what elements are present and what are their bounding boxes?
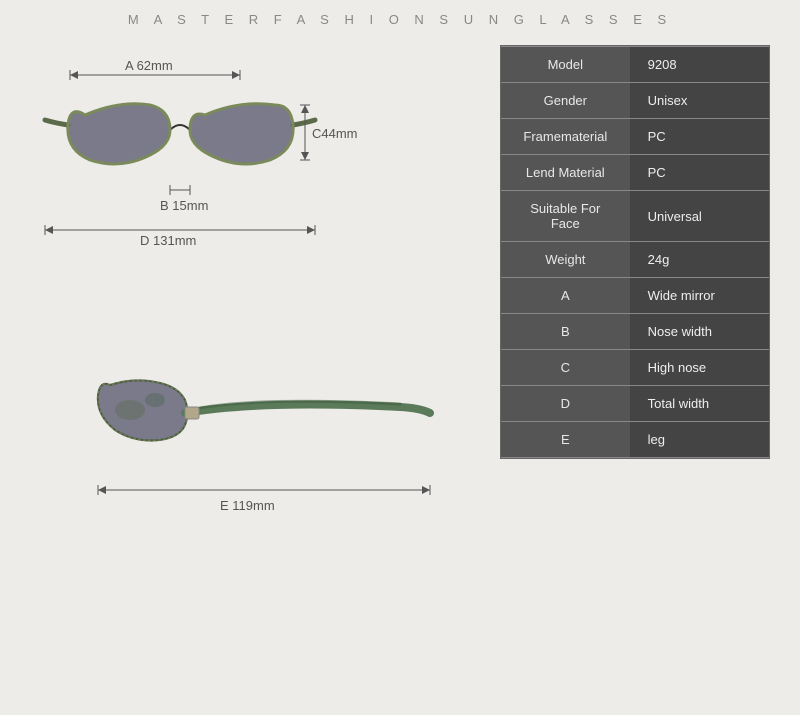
- spec-row: Eleg: [501, 422, 769, 458]
- spec-label: Model: [501, 47, 630, 83]
- spec-value: Nose width: [630, 314, 769, 350]
- spec-value: High nose: [630, 350, 769, 386]
- spec-value: Wide mirror: [630, 278, 769, 314]
- spec-value: Unisex: [630, 83, 769, 119]
- spec-label: Framematerial: [501, 119, 630, 155]
- spec-row: Suitable For FaceUniversal: [501, 191, 769, 242]
- spec-value: PC: [630, 155, 769, 191]
- spec-row: AWide mirror: [501, 278, 769, 314]
- spec-label: E: [501, 422, 630, 458]
- left-panel: A 62mm: [20, 35, 480, 710]
- svg-text:B 15mm: B 15mm: [160, 198, 208, 213]
- spec-table: Model9208GenderUnisexFramematerialPCLend…: [501, 46, 769, 458]
- svg-text:E 119mm: E 119mm: [220, 498, 275, 513]
- side-diagram: E 119mm: [60, 325, 440, 525]
- spec-row: DTotal width: [501, 386, 769, 422]
- spec-row: GenderUnisex: [501, 83, 769, 119]
- spec-value: Universal: [630, 191, 769, 242]
- svg-text:C44mm: C44mm: [312, 126, 358, 141]
- spec-label: Gender: [501, 83, 630, 119]
- spec-label: A: [501, 278, 630, 314]
- right-panel: Model9208GenderUnisexFramematerialPCLend…: [500, 35, 780, 710]
- svg-text:A 62mm: A 62mm: [125, 58, 173, 73]
- front-glasses-svg: A 62mm: [40, 45, 460, 295]
- spec-value: leg: [630, 422, 769, 458]
- spec-row: CHigh nose: [501, 350, 769, 386]
- spec-table-wrapper: Model9208GenderUnisexFramematerialPCLend…: [500, 45, 770, 459]
- spec-label: D: [501, 386, 630, 422]
- page-wrapper: M A S T E R F A S H I O N S U N G L A S …: [0, 0, 800, 715]
- spec-label: Weight: [501, 242, 630, 278]
- spec-label: Lend Material: [501, 155, 630, 191]
- side-glasses-svg: E 119mm: [60, 325, 480, 525]
- spec-value: Total width: [630, 386, 769, 422]
- spec-label: Suitable For Face: [501, 191, 630, 242]
- spec-value: PC: [630, 119, 769, 155]
- spec-row: Weight24g: [501, 242, 769, 278]
- spec-value: 9208: [630, 47, 769, 83]
- spec-row: BNose width: [501, 314, 769, 350]
- front-diagram: A 62mm: [40, 45, 460, 295]
- spec-label: B: [501, 314, 630, 350]
- spec-row: Model9208: [501, 47, 769, 83]
- spec-row: FramematerialPC: [501, 119, 769, 155]
- svg-text:D 131mm: D 131mm: [140, 233, 196, 248]
- spec-label: C: [501, 350, 630, 386]
- main-content: A 62mm: [0, 35, 800, 710]
- spec-row: Lend MaterialPC: [501, 155, 769, 191]
- spec-value: 24g: [630, 242, 769, 278]
- header-title: M A S T E R F A S H I O N S U N G L A S …: [0, 0, 800, 35]
